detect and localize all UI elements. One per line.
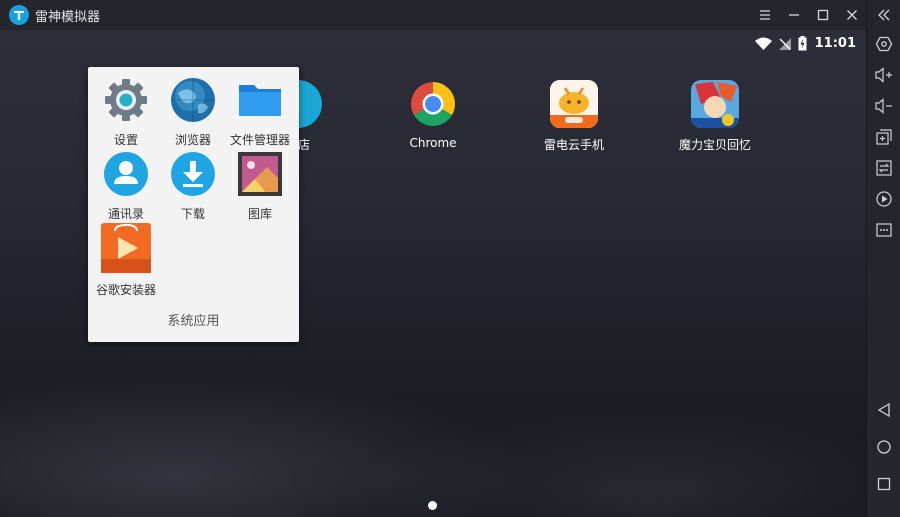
google-installer-icon bbox=[101, 223, 151, 277]
folder-app-gallery[interactable]: 图库 bbox=[227, 151, 293, 222]
back-icon[interactable] bbox=[867, 397, 900, 423]
maximize-icon[interactable] bbox=[808, 0, 837, 30]
emulator-window: 雷神模拟器 11:01 商店 bbox=[0, 0, 900, 517]
window-title: 雷神模拟器 bbox=[35, 9, 101, 25]
folder-icon bbox=[237, 77, 283, 127]
menu-icon[interactable] bbox=[750, 0, 779, 30]
android-screen[interactable]: 11:01 商店 Chrome bbox=[0, 30, 866, 517]
settings-hex-icon[interactable] bbox=[867, 31, 900, 57]
page-indicator bbox=[428, 501, 437, 510]
collapse-icon[interactable] bbox=[867, 2, 900, 28]
browser-globe-icon bbox=[170, 77, 216, 127]
folder-app-browser[interactable]: 浏览器 bbox=[160, 77, 226, 148]
title-bar: 雷神模拟器 bbox=[0, 0, 866, 30]
folder-app-label: 通讯录 bbox=[107, 207, 144, 221]
folder-app-label: 图库 bbox=[247, 207, 272, 221]
no-sim-icon bbox=[778, 37, 791, 50]
volume-down-icon[interactable] bbox=[867, 93, 900, 119]
crossgate-game-icon bbox=[691, 80, 739, 128]
status-time: 11:01 bbox=[814, 35, 856, 51]
folder-app-file-manager[interactable]: 文件管理器 bbox=[227, 77, 293, 148]
desktop-app-leidian-cloud[interactable]: 雷电云手机 bbox=[519, 80, 629, 153]
desktop-app-crossgate[interactable]: 魔力宝贝回忆 bbox=[660, 80, 770, 153]
recents-icon[interactable] bbox=[867, 471, 900, 497]
screenshot-icon[interactable] bbox=[867, 124, 900, 150]
home-icon[interactable] bbox=[867, 434, 900, 460]
folder-app-label: 谷歌安装器 bbox=[95, 283, 156, 297]
record-icon[interactable] bbox=[867, 186, 900, 212]
folder-app-label: 设置 bbox=[113, 133, 138, 147]
desktop-app-chrome[interactable]: Chrome bbox=[378, 80, 488, 150]
folder-app-downloads[interactable]: 下载 bbox=[160, 151, 226, 222]
folder-app-label: 浏览器 bbox=[174, 133, 211, 147]
wifi-icon bbox=[754, 37, 772, 50]
folder-name[interactable]: 系统应用 bbox=[88, 310, 299, 329]
close-icon[interactable] bbox=[837, 0, 866, 30]
folder-popup: 设置 浏览器 文件管理器 通讯录 下载 图库 谷歌安装器 系统应用 bbox=[88, 67, 299, 342]
folder-app-label: 文件管理器 bbox=[229, 133, 290, 147]
folder-app-contacts[interactable]: 通讯录 bbox=[93, 151, 159, 222]
window-controls bbox=[750, 0, 866, 30]
leidian-cloud-phone-icon bbox=[550, 80, 598, 128]
folder-app-settings[interactable]: 设置 bbox=[93, 77, 159, 148]
status-bar: 11:01 bbox=[754, 34, 856, 52]
gallery-icon bbox=[237, 151, 283, 201]
sync-icon[interactable] bbox=[867, 155, 900, 181]
desktop-app-label: 魔力宝贝回忆 bbox=[678, 138, 751, 152]
minimize-icon[interactable] bbox=[779, 0, 808, 30]
emulator-toolbar bbox=[866, 0, 900, 517]
chrome-icon bbox=[409, 80, 457, 128]
contacts-icon bbox=[103, 151, 149, 201]
folder-app-google-installer[interactable]: 谷歌安装器 bbox=[93, 223, 159, 298]
settings-gear-icon bbox=[103, 77, 149, 127]
desktop-app-label: Chrome bbox=[409, 136, 457, 150]
more-icon[interactable] bbox=[867, 217, 900, 243]
download-icon bbox=[170, 151, 216, 201]
battery-charging-icon bbox=[798, 35, 807, 50]
app-logo-icon bbox=[9, 5, 29, 25]
folder-app-label: 下载 bbox=[180, 207, 205, 221]
desktop-app-label: 雷电云手机 bbox=[543, 138, 604, 152]
volume-up-icon[interactable] bbox=[867, 62, 900, 88]
